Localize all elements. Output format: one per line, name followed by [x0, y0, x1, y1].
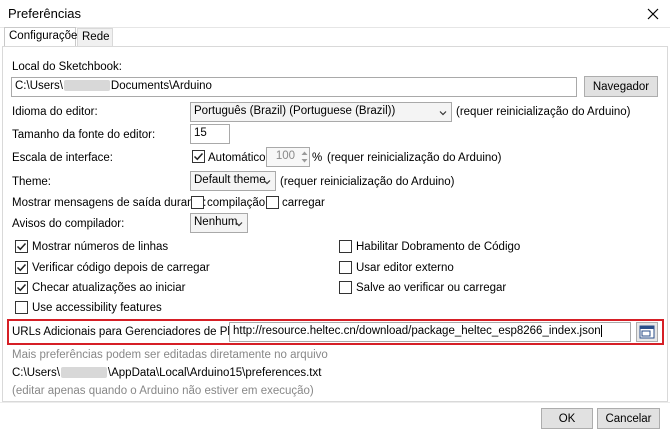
- theme-select[interactable]: Default theme: [190, 171, 276, 191]
- verify-after-upload-label: Verificar código depois de carregar: [32, 262, 210, 274]
- tab-configuracoes[interactable]: Configurações: [4, 27, 83, 47]
- board-urls-field[interactable]: http://resource.heltec.cn/download/packa…: [229, 322, 631, 342]
- verbose-compile-checkbox[interactable]: [191, 196, 204, 209]
- sketchbook-path-suffix: Documents\Arduino: [110, 80, 212, 92]
- theme-value: Default theme: [194, 174, 266, 186]
- chevron-down-icon: [263, 180, 271, 185]
- checkmark-icon: [16, 263, 27, 272]
- tab-rede[interactable]: Rede: [77, 28, 113, 47]
- board-urls-value: http://resource.heltec.cn/download/packa…: [233, 325, 601, 338]
- editor-language-select[interactable]: Português (Brazil) (Portuguese (Brazil)): [190, 102, 452, 122]
- preferences-file-path: C:\Users\ \AppData\Local\Arduino15\prefer…: [12, 367, 321, 379]
- auto-scale-checkbox[interactable]: [192, 150, 205, 163]
- check-updates-label: Checar atualizações ao iniciar: [32, 282, 186, 294]
- board-urls-label: URLs Adicionais para Gerenciadores de Pl…: [12, 326, 258, 338]
- sketchbook-path-prefix: C:\Users\: [15, 80, 63, 92]
- code-folding-checkbox[interactable]: [339, 240, 352, 253]
- editor-language-note: (requer reinicialização do Arduino): [456, 106, 631, 118]
- more-prefs-note: Mais preferências podem ser editadas dir…: [12, 349, 328, 361]
- auto-scale-label: Automático: [208, 152, 266, 164]
- redacted-username: [63, 80, 110, 92]
- cancel-button[interactable]: Cancelar: [597, 408, 660, 429]
- edit-warning-note: (editar apenas quando o Arduino não esti…: [12, 385, 314, 397]
- external-editor-label: Usar editor externo: [356, 262, 454, 274]
- interface-scale-label: Escala de interface:: [12, 152, 114, 164]
- compiler-warnings-select[interactable]: Nenhum: [190, 213, 248, 233]
- title-bar: Preferências: [0, 0, 670, 28]
- accessibility-checkbox[interactable]: [15, 301, 28, 314]
- edit-urls-button[interactable]: [636, 322, 658, 342]
- save-on-verify-checkbox[interactable]: [339, 281, 352, 294]
- code-folding-label: Habilitar Dobramento de Código: [356, 241, 521, 253]
- check-updates-checkbox[interactable]: [15, 281, 28, 294]
- sketchbook-label: Local do Sketchbook:: [12, 61, 122, 73]
- chevron-down-icon: [439, 111, 447, 116]
- verbose-upload-checkbox[interactable]: [266, 196, 279, 209]
- editor-language-label: Idioma do editor:: [12, 106, 98, 118]
- chevron-down-icon: [235, 222, 243, 227]
- spinner-arrows-icon[interactable]: [300, 149, 309, 165]
- browse-button[interactable]: Navegador: [584, 76, 658, 97]
- theme-label: Theme:: [12, 176, 51, 188]
- close-button[interactable]: [636, 0, 670, 28]
- interface-scale-note: (requer reinicialização do Arduino): [327, 152, 502, 164]
- scale-percent-value: 100: [275, 150, 295, 162]
- window-title: Preferências: [8, 6, 81, 21]
- prefs-path-prefix: C:\Users\: [12, 367, 60, 379]
- font-size-label: Tamanho da fonte do editor:: [12, 129, 156, 141]
- theme-note: (requer reinicialização do Arduino): [280, 176, 455, 188]
- compiler-warnings-label: Avisos do compilador:: [12, 218, 125, 230]
- line-numbers-label: Mostrar números de linhas: [32, 241, 169, 253]
- checkmark-icon: [16, 242, 27, 251]
- footer-divider: [0, 402, 670, 403]
- checkmark-icon: [193, 152, 204, 161]
- verbose-compile-label: compilação: [207, 197, 266, 209]
- line-numbers-checkbox[interactable]: [15, 240, 28, 253]
- scale-unit: %: [312, 152, 323, 164]
- external-editor-checkbox[interactable]: [339, 261, 352, 274]
- verify-after-upload-checkbox[interactable]: [15, 261, 28, 274]
- prefs-path-suffix: \AppData\Local\Arduino15\preferences.txt: [107, 367, 322, 379]
- sketchbook-path-field[interactable]: C:\Users\ Documents\Arduino: [11, 77, 577, 97]
- editor-language-value: Português (Brazil) (Portuguese (Brazil)): [194, 105, 396, 117]
- text-cursor: [600, 325, 602, 337]
- ok-button[interactable]: OK: [541, 408, 593, 429]
- close-icon: [647, 8, 659, 20]
- window-list-icon: [639, 325, 655, 339]
- verbose-upload-label: carregar: [282, 197, 325, 209]
- accessibility-label: Use accessibility features: [32, 302, 162, 314]
- redacted-username: [60, 367, 107, 379]
- compiler-warnings-value: Nenhum: [194, 216, 238, 228]
- checkmark-icon: [16, 283, 27, 292]
- font-size-field[interactable]: 15: [190, 124, 230, 144]
- save-on-verify-label: Salve ao verificar ou carregar: [356, 282, 507, 294]
- verbose-output-label: Mostrar mensagens de saída durante:: [12, 197, 207, 209]
